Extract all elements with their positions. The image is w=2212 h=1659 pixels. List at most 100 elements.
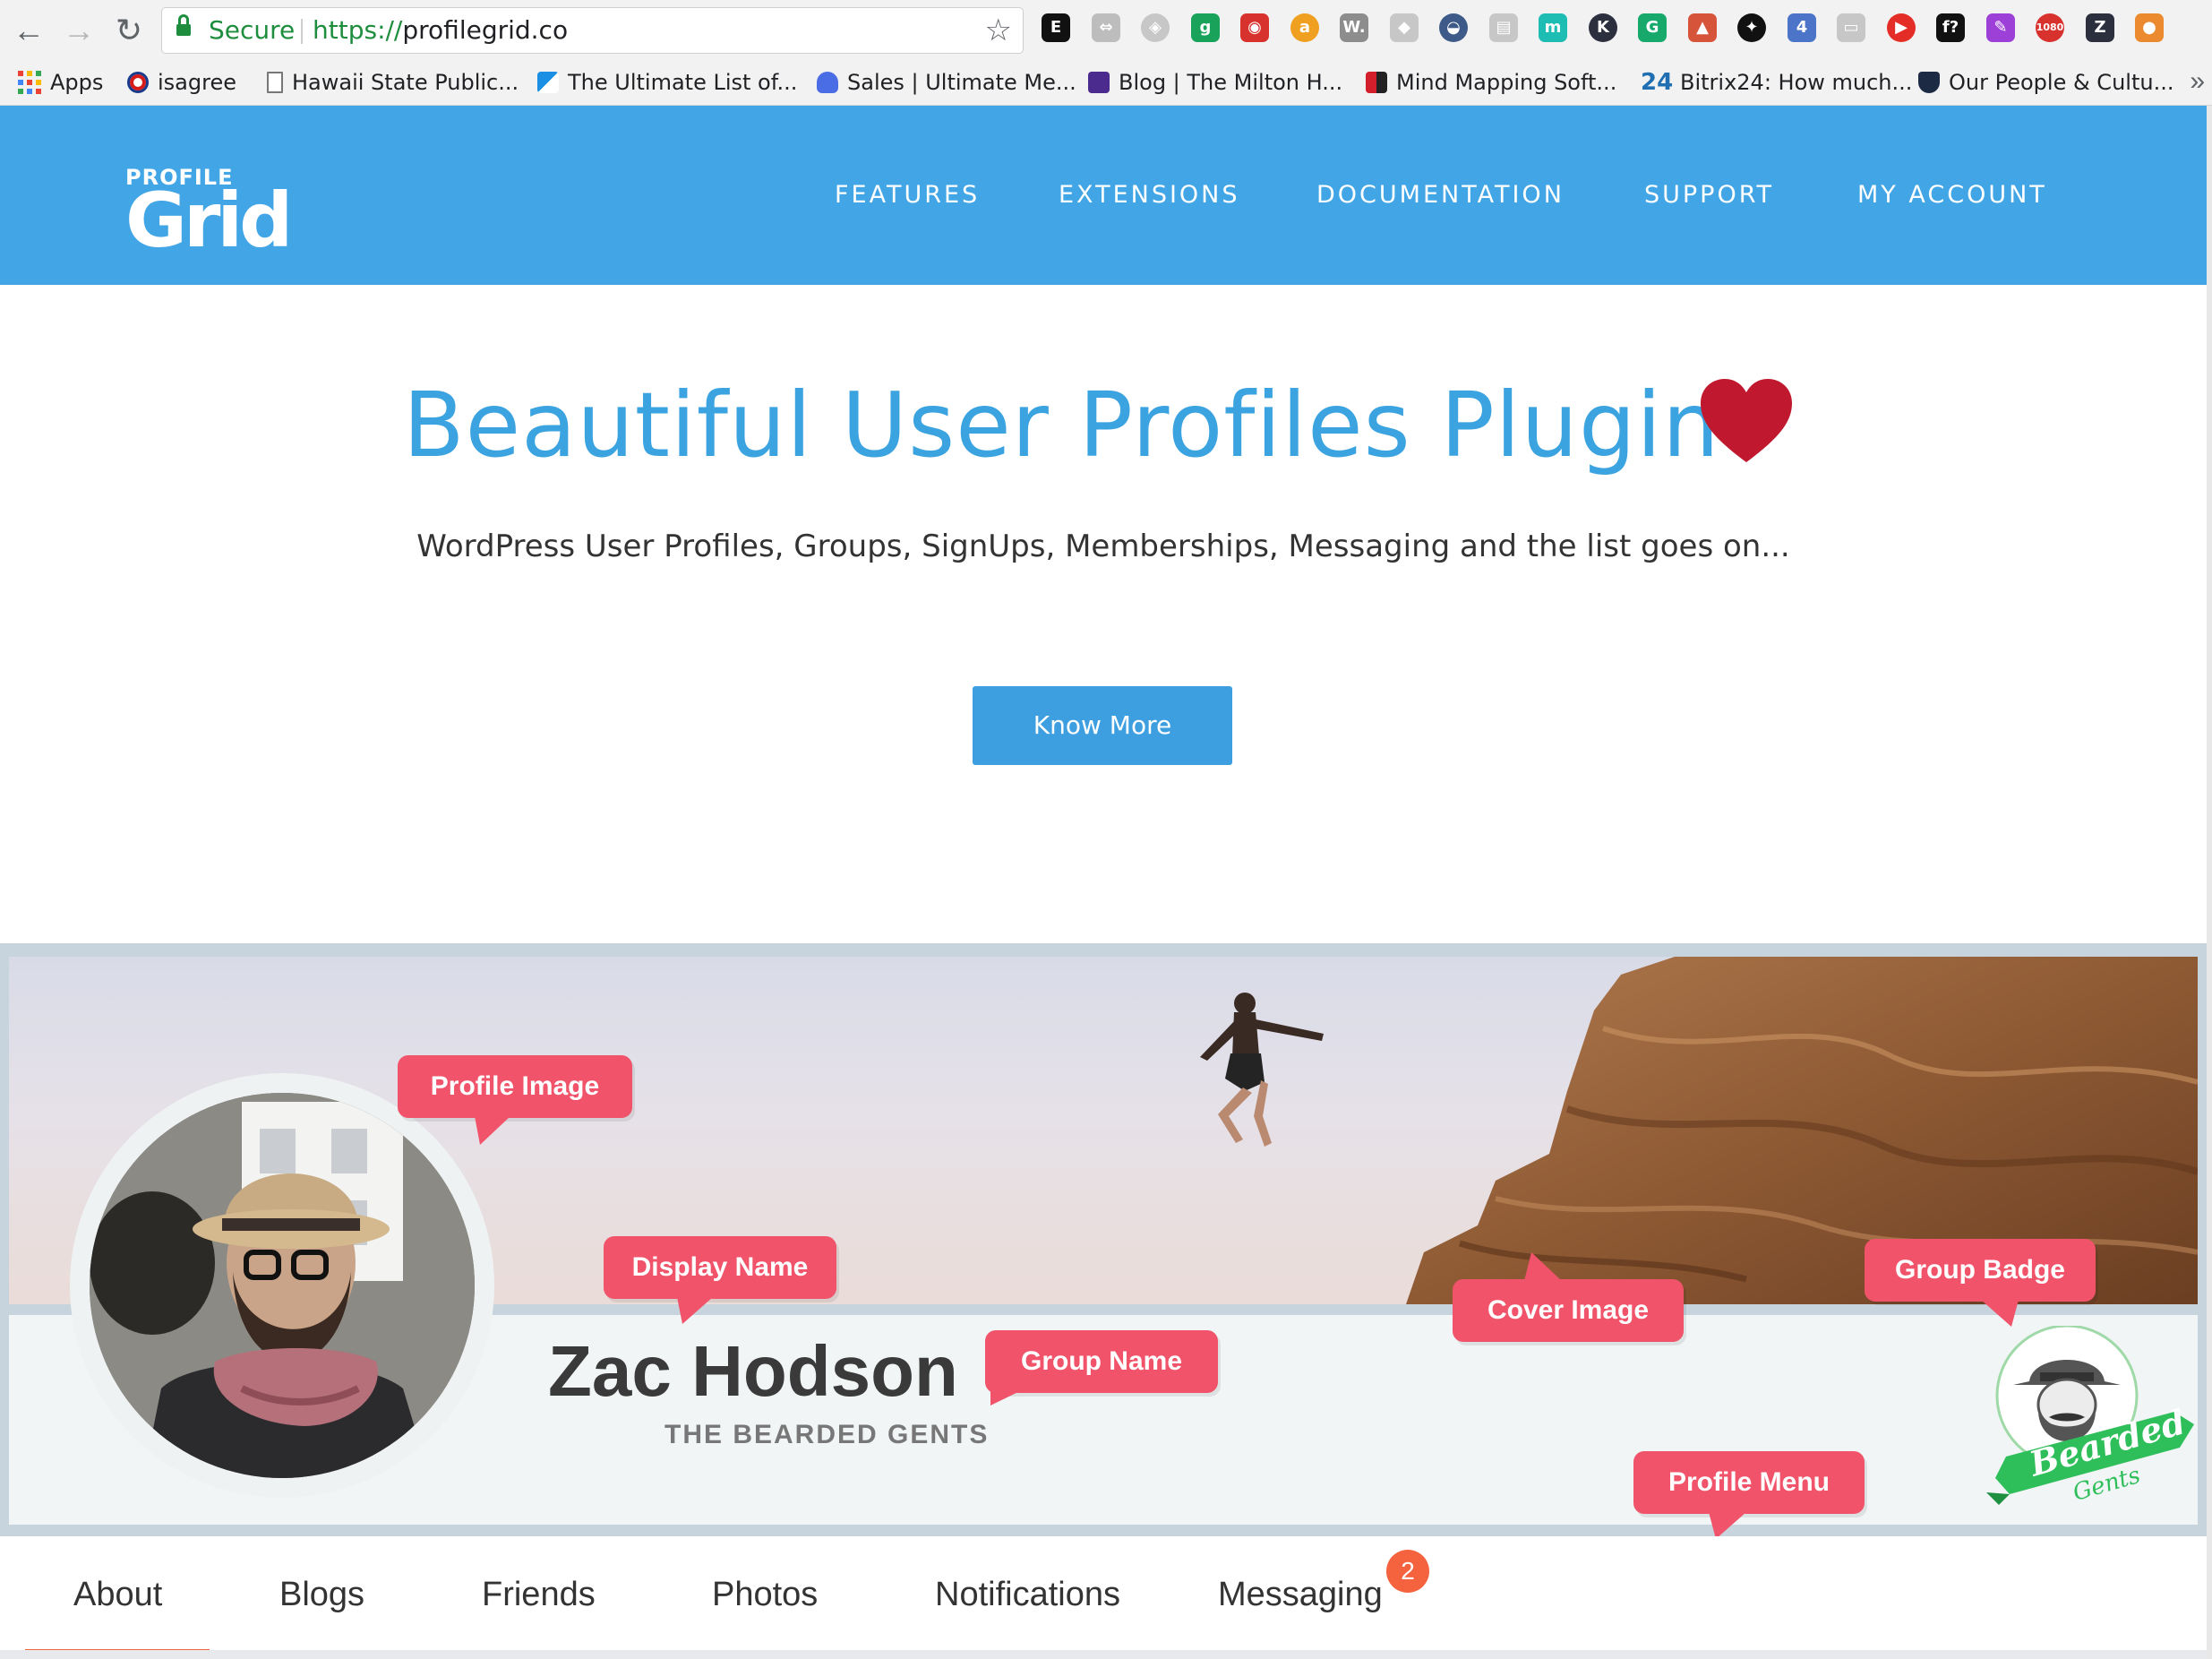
group-badge[interactable]: Bearded Gents: [1986, 1324, 2194, 1523]
grammar-extension-icon[interactable]: g: [1191, 13, 1220, 42]
avatar-portrait-illustration: [90, 1093, 475, 1478]
paper-plane-icon: [537, 72, 559, 93]
messaging-count-badge: 2: [1386, 1550, 1429, 1593]
address-separator: [301, 19, 303, 44]
mindmap-icon: [1366, 72, 1387, 93]
page-scrollbar[interactable]: [2207, 106, 2212, 1659]
basketball-extension-icon[interactable]: ●: [2135, 13, 2164, 42]
tab-friends[interactable]: Friends: [482, 1576, 596, 1614]
callout-profile-menu: Profile Menu: [1633, 1451, 1865, 1539]
bookmark-mind-mapping[interactable]: Mind Mapping Soft...: [1366, 64, 1616, 100]
callout-cover-image: Cover Image: [1453, 1252, 1684, 1342]
url-scheme: https://: [313, 15, 403, 45]
bookmark-bitrix[interactable]: 24 Bitrix24: How much...: [1641, 64, 1912, 100]
tab-messaging[interactable]: Messaging: [1218, 1576, 1383, 1614]
url-host: profilegrid.co: [402, 15, 569, 45]
nav-extensions[interactable]: EXTENSIONS: [1059, 181, 1240, 209]
bookmark-our-people[interactable]: Our People & Cultu...: [1918, 64, 2173, 100]
callout-label: Group Badge: [1894, 1255, 2065, 1285]
display-name: Zac Hodson: [548, 1331, 958, 1411]
site-header: PROFILE Grid FEATURES EXTENSIONS DOCUMEN…: [0, 106, 2207, 285]
bookmarks-overflow-icon[interactable]: »: [2190, 66, 2205, 97]
reload-icon[interactable]: ↻: [111, 13, 147, 48]
secure-label: Secure: [209, 15, 296, 45]
apps-grid-icon: [18, 71, 41, 94]
dropbox-extension-icon[interactable]: ◆: [1390, 13, 1419, 42]
bookmark-label: Hawaii State Public...: [292, 70, 519, 95]
bookmark-label: Bitrix24: How much...: [1680, 70, 1913, 95]
profilegrid-logo[interactable]: PROFILE Grid: [125, 167, 293, 264]
bookmark-isagree[interactable]: isagree: [127, 64, 236, 100]
1080-extension-icon[interactable]: 1080: [2036, 13, 2064, 42]
bookmark-star-icon[interactable]: ☆: [985, 8, 1012, 53]
lastpass-extension-icon[interactable]: ◉: [1240, 13, 1269, 42]
profile-menu: About Blogs Friends Photos Notifications…: [0, 1536, 2207, 1659]
nav-support[interactable]: SUPPORT: [1644, 181, 1774, 209]
hero-title: Beautiful User Profiles Plugin: [403, 373, 1720, 477]
callout-label: Profile Menu: [1668, 1467, 1830, 1497]
callout-label: Cover Image: [1487, 1295, 1650, 1325]
fonts-extension-icon[interactable]: f?: [1936, 13, 1965, 42]
tab-notifications[interactable]: Notifications: [935, 1576, 1120, 1614]
bookmark-label: Blog | The Milton H...: [1119, 70, 1343, 95]
grammarly-extension-icon[interactable]: G: [1638, 13, 1667, 42]
callout-display-name: Display Name: [604, 1236, 836, 1324]
amazon-extension-icon[interactable]: a: [1290, 13, 1319, 42]
dropper-extension-icon[interactable]: ✎: [1986, 13, 2015, 42]
bookmark-hawaii[interactable]: Hawaii State Public...: [267, 64, 519, 100]
callout-label: Profile Image: [430, 1071, 600, 1101]
bookmark-apps[interactable]: Apps: [18, 64, 103, 100]
know-more-button[interactable]: Know More: [973, 686, 1232, 765]
evernote-extension-icon[interactable]: E: [1042, 13, 1070, 42]
bookmark-label: Our People & Cultu...: [1949, 70, 2174, 95]
group-name[interactable]: THE BEARDED GENTS: [664, 1420, 989, 1450]
nav-features[interactable]: FEATURES: [835, 181, 980, 209]
bookmark-label: Mind Mapping Soft...: [1396, 70, 1617, 95]
tab-counter-extension-icon[interactable]: 4: [1788, 13, 1816, 42]
page-icon: [267, 72, 283, 93]
browser-chrome: ← → ↻ Secure https://profilegrid.co ☆ E ⇔…: [0, 0, 2212, 106]
callout-group-name: Group Name: [985, 1330, 1218, 1405]
wappalyzer-extension-icon[interactable]: W.: [1340, 13, 1368, 42]
milton-icon: [1088, 72, 1110, 93]
logo-main-text: Grid: [125, 176, 293, 264]
hero-subtitle: WordPress User Profiles, Groups, SignUps…: [416, 529, 1790, 564]
address-bar[interactable]: Secure https://profilegrid.co ☆: [161, 7, 1024, 54]
bitrix24-icon: 24: [1641, 69, 1674, 96]
bookmarks-bar: Apps isagree Hawaii State Public... The …: [0, 61, 2212, 106]
bookmark-milton[interactable]: Blog | The Milton H...: [1088, 64, 1342, 100]
plug-icon: [817, 72, 838, 93]
clipboard-extension-icon[interactable]: ▤: [1489, 13, 1518, 42]
pocket-extension-icon[interactable]: ◈: [1141, 13, 1170, 42]
lock-icon: [176, 14, 191, 38]
bird-extension-icon[interactable]: ✦: [1737, 13, 1766, 42]
address-url[interactable]: https://profilegrid.co: [313, 8, 568, 53]
forward-arrow-icon[interactable]: →: [61, 13, 97, 48]
bookmark-label: The Ultimate List of...: [568, 70, 798, 95]
zoom-extension-icon[interactable]: Z: [2086, 13, 2114, 42]
bookmark-sales[interactable]: Sales | Ultimate Me...: [817, 64, 1076, 100]
heart-icon: [1701, 379, 1792, 462]
tab-blogs[interactable]: Blogs: [279, 1576, 364, 1614]
nav-documentation[interactable]: DOCUMENTATION: [1316, 181, 1565, 209]
tab-about[interactable]: About: [73, 1576, 162, 1614]
tab-photos[interactable]: Photos: [712, 1576, 818, 1614]
bookmark-ultimate-list[interactable]: The Ultimate List of...: [537, 64, 797, 100]
m-extension-icon[interactable]: m: [1539, 13, 1567, 42]
profile-avatar[interactable]: [90, 1093, 475, 1478]
k-extension-icon[interactable]: K: [1589, 13, 1617, 42]
callout-profile-image: Profile Image: [398, 1055, 632, 1145]
bookmark-label: Sales | Ultimate Me...: [847, 70, 1076, 95]
back-arrow-icon[interactable]: ←: [11, 13, 47, 48]
nav-my-account[interactable]: MY ACCOUNT: [1857, 181, 2047, 209]
red-dot-icon: [127, 72, 149, 93]
screen-extension-icon[interactable]: ▭: [1837, 13, 1865, 42]
arrows-extension-icon[interactable]: ⇔: [1092, 13, 1120, 42]
pdf-extension-icon[interactable]: ▲: [1688, 13, 1717, 42]
bookmark-label: Apps: [50, 70, 104, 95]
shield-b-icon: [1918, 72, 1940, 93]
wave-extension-icon[interactable]: ◒: [1439, 13, 1468, 42]
bookmark-label: isagree: [158, 70, 236, 95]
tabs-bottom-border: [0, 1650, 2207, 1659]
youtube-extension-icon[interactable]: ▶: [1887, 13, 1916, 42]
